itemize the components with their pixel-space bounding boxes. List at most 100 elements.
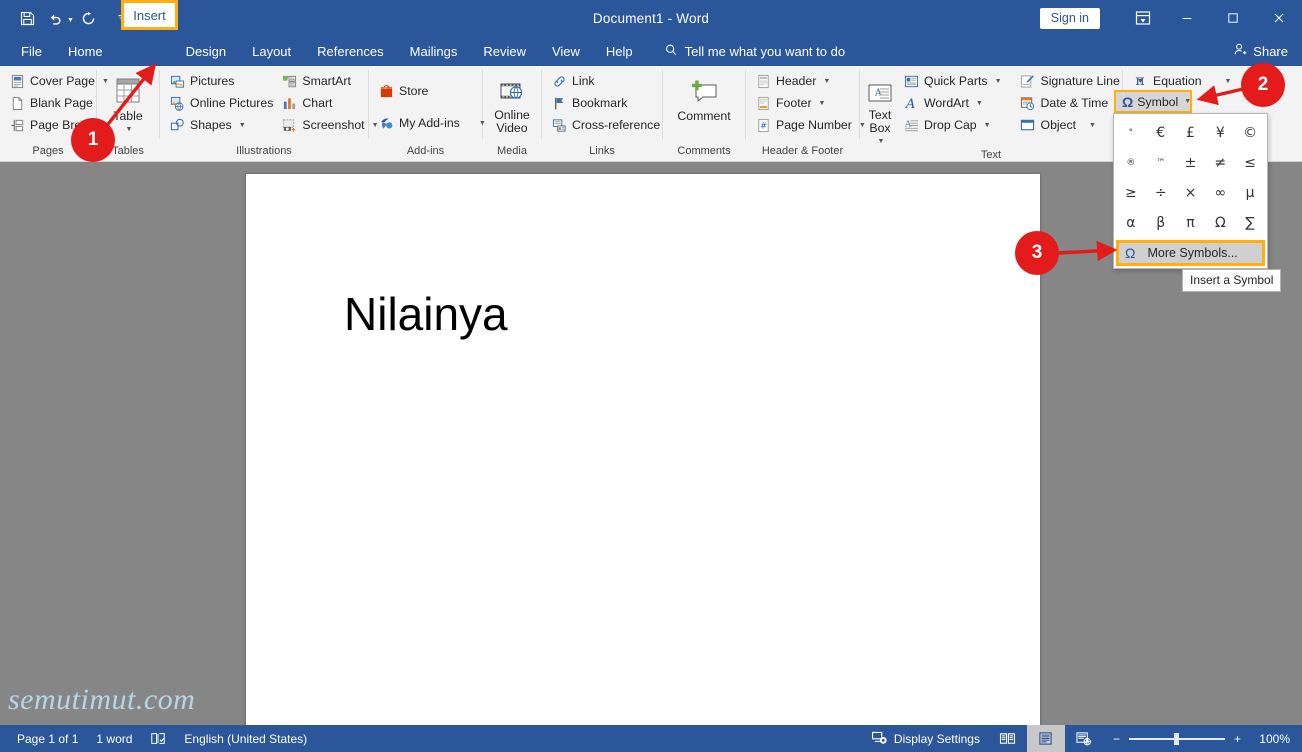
chevron-down-icon[interactable]: ▼ [126, 123, 133, 137]
shapes-button[interactable]: Shapes ▼ [165, 114, 277, 136]
quick-parts-button[interactable]: Quick Parts ▼ [899, 70, 1006, 92]
page-indicator[interactable]: Page 1 of 1 [8, 732, 87, 746]
tab-view[interactable]: View [539, 36, 593, 66]
web-layout-view[interactable] [1065, 725, 1103, 752]
tab-references[interactable]: References [304, 36, 396, 66]
symbol-cell[interactable]: π [1176, 208, 1206, 238]
symbol-cell[interactable]: ≤ [1235, 148, 1265, 178]
symbol-cell[interactable]: ≥ [1116, 178, 1146, 208]
document-page[interactable]: Nilainya [246, 174, 1040, 725]
maximize-button[interactable] [1210, 0, 1256, 36]
redo-icon[interactable] [76, 6, 102, 30]
tab-design[interactable]: Design [173, 36, 239, 66]
zoom-slider-thumb[interactable] [1173, 732, 1179, 745]
chevron-down-icon[interactable]: ▼ [819, 100, 826, 107]
online-video-button[interactable]: Online Video [488, 70, 536, 135]
undo-icon[interactable] [42, 6, 68, 30]
word-count[interactable]: 1 word [87, 732, 141, 746]
footer-button[interactable]: Footer ▼ [751, 92, 870, 114]
tab-help[interactable]: Help [593, 36, 646, 66]
site-watermark: semutimut.com [8, 683, 196, 716]
symbol-cell[interactable]: ™ [1146, 148, 1176, 178]
symbol-cell[interactable]: ÷ [1146, 178, 1176, 208]
chevron-down-icon[interactable]: ▼ [984, 122, 991, 129]
header-button[interactable]: Header ▼ [751, 70, 870, 92]
text-box-label: Text Box [868, 108, 892, 135]
display-settings-button[interactable]: Display Settings [862, 730, 989, 748]
equation-button[interactable]: π Equation ▼ [1128, 70, 1235, 92]
symbol-cell[interactable]: © [1235, 118, 1265, 148]
ribbon-display-options-icon[interactable] [1122, 10, 1164, 26]
symbol-cell[interactable]: Ω [1205, 208, 1235, 238]
minimize-button[interactable] [1164, 0, 1210, 36]
smartart-button[interactable]: SmartArt [277, 70, 382, 92]
document-body-text[interactable]: Nilainya [344, 287, 508, 341]
chevron-down-icon[interactable]: ▼ [823, 78, 830, 85]
tab-file[interactable]: File [8, 36, 55, 66]
page-number-button[interactable]: # Page Number ▼ [751, 114, 870, 136]
chevron-down-icon[interactable]: ▼ [995, 78, 1002, 85]
language-indicator[interactable]: English (United States) [175, 732, 316, 746]
symbol-cell[interactable]: ∞ [1205, 178, 1235, 208]
more-symbols-item[interactable]: Ω More Symbols... [1116, 240, 1265, 266]
symbol-cell[interactable]: ± [1176, 148, 1206, 178]
text-box-icon: A [865, 73, 895, 109]
tab-review[interactable]: Review [470, 36, 539, 66]
cross-reference-button[interactable]: Cross-reference [547, 114, 664, 136]
tab-mailings[interactable]: Mailings [397, 36, 471, 66]
symbol-cell[interactable]: € [1146, 118, 1176, 148]
online-pictures-button[interactable]: Online Pictures [165, 92, 277, 114]
proofing-errors-icon[interactable] [141, 731, 175, 746]
bookmark-button[interactable]: Bookmark [547, 92, 664, 114]
my-addins-button[interactable]: My Add-ins ▼ [374, 112, 490, 134]
close-button[interactable] [1256, 0, 1302, 36]
drop-cap-button[interactable]: A Drop Cap ▼ [899, 114, 1006, 136]
chevron-down-icon[interactable]: ▼ [1089, 122, 1096, 129]
chevron-down-icon[interactable]: ▼ [878, 135, 885, 148]
symbol-cell[interactable]: ∑ [1235, 208, 1265, 238]
print-layout-view[interactable] [1026, 725, 1065, 752]
table-label: Table [113, 109, 143, 123]
symbol-cell[interactable]: ¥ [1205, 118, 1235, 148]
symbol-cell[interactable]: £ [1176, 118, 1206, 148]
page-break-icon [9, 117, 25, 133]
link-button[interactable]: Link [547, 70, 664, 92]
tab-layout[interactable]: Layout [239, 36, 304, 66]
chevron-down-icon[interactable]: ▼ [1225, 78, 1232, 85]
share-button[interactable]: Share [1233, 36, 1302, 66]
symbol-cell[interactable]: × [1176, 178, 1206, 208]
symbol-cell[interactable]: ® [1116, 148, 1146, 178]
read-mode-view[interactable] [989, 725, 1027, 752]
zoom-out-button[interactable]: − [1113, 732, 1120, 746]
sign-in-button[interactable]: Sign in [1039, 7, 1100, 29]
zoom-level-label[interactable]: 100% [1250, 732, 1290, 746]
symbol-button[interactable]: Ω Symbol ▼ [1114, 90, 1192, 113]
pictures-button[interactable]: Pictures [165, 70, 277, 92]
store-button[interactable]: Store [374, 80, 490, 102]
text-box-button[interactable]: A Text Box ▼ [865, 70, 895, 148]
screenshot-button[interactable]: Screenshot ▼ [277, 114, 382, 136]
wordart-button[interactable]: A WordArt ▼ [899, 92, 1006, 114]
chevron-down-icon[interactable]: ▼ [239, 122, 246, 129]
display-settings-icon [871, 730, 888, 748]
footer-icon [755, 95, 771, 111]
chevron-down-icon[interactable]: ▼ [1184, 98, 1191, 105]
chart-button[interactable]: Chart [277, 92, 382, 114]
page-number-label: Page Number [776, 118, 852, 132]
symbol-cell[interactable]: ≠ [1205, 148, 1235, 178]
chevron-down-icon[interactable]: ▼ [976, 100, 983, 107]
zoom-in-button[interactable]: + [1234, 732, 1241, 746]
zoom-slider[interactable] [1128, 732, 1225, 745]
symbol-cell[interactable]: α [1116, 208, 1146, 238]
tab-insert[interactable]: Insert [121, 0, 178, 30]
symbol-cell[interactable]: µ [1235, 178, 1265, 208]
undo-dropdown-caret[interactable]: ▼ [67, 17, 74, 24]
comment-button[interactable]: Comment [668, 70, 740, 123]
tab-home[interactable]: Home [55, 36, 116, 66]
symbol-cell[interactable]: ° [1116, 118, 1146, 148]
blank-page-label: Blank Page [30, 96, 93, 110]
ribbon-group-links: Link Bookmark Cross-reference Links [542, 66, 662, 162]
save-icon[interactable] [14, 6, 40, 30]
symbol-cell[interactable]: β [1146, 208, 1176, 238]
tell-me-search[interactable]: Tell me what you want to do [664, 36, 845, 66]
